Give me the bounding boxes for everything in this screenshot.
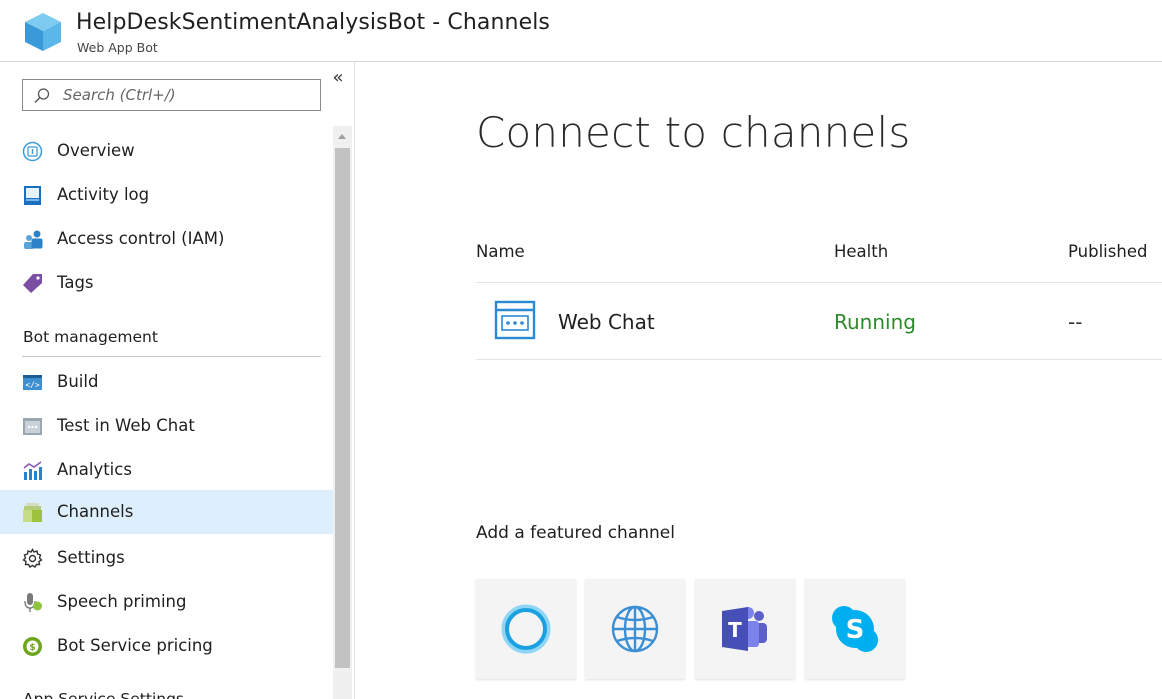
channel-published: -- bbox=[1068, 310, 1083, 334]
sidebar-item-label: Build bbox=[57, 372, 99, 391]
pricing-icon: $ bbox=[22, 636, 43, 657]
featured-channel-teams[interactable]: T bbox=[695, 579, 795, 679]
tag-icon bbox=[22, 273, 43, 294]
skype-icon: S bbox=[832, 606, 878, 652]
sidebar-item-build[interactable]: </> Build bbox=[0, 360, 333, 404]
cortana-icon bbox=[501, 604, 551, 654]
column-header-published: Published bbox=[1068, 242, 1148, 261]
globe-icon bbox=[611, 605, 659, 653]
search-input[interactable] bbox=[63, 84, 313, 106]
channels-content: Connect to channels Name Health Publishe… bbox=[356, 62, 1162, 699]
sidebar-item-speech-priming[interactable]: Speech priming bbox=[0, 580, 333, 624]
sidebar-item-label: Access control (IAM) bbox=[57, 229, 225, 248]
gear-icon bbox=[22, 548, 43, 569]
search-icon bbox=[34, 88, 50, 103]
sidebar-item-label: Test in Web Chat bbox=[57, 416, 195, 435]
sidebar-item-analytics[interactable]: Analytics bbox=[0, 448, 333, 492]
sidebar-item-label: Settings bbox=[57, 548, 125, 567]
column-header-name: Name bbox=[476, 242, 525, 261]
svg-text:</>: </> bbox=[25, 381, 40, 390]
speech-priming-icon bbox=[22, 592, 43, 613]
sidebar-item-label: Activity log bbox=[57, 185, 150, 204]
svg-text:S: S bbox=[846, 615, 865, 645]
svg-text:$: $ bbox=[29, 643, 35, 653]
sidebar-item-tags[interactable]: Tags bbox=[0, 261, 333, 305]
access-control-icon bbox=[22, 229, 43, 250]
test-web-chat-icon bbox=[22, 416, 43, 437]
sidebar-item-label: Bot Service pricing bbox=[57, 636, 213, 655]
sidebar-item-label: Channels bbox=[57, 502, 134, 521]
channels-icon bbox=[22, 502, 43, 523]
overview-icon bbox=[22, 141, 43, 162]
menu-search-box[interactable] bbox=[22, 79, 321, 111]
content-heading: Connect to channels bbox=[476, 108, 911, 157]
featured-channel-skype[interactable]: S bbox=[805, 579, 905, 679]
build-icon: </> bbox=[22, 372, 43, 393]
sidebar-item-settings[interactable]: Settings bbox=[0, 536, 333, 580]
svg-text:T: T bbox=[728, 618, 742, 642]
sidebar-item-label: Speech priming bbox=[57, 592, 187, 611]
cube-icon bbox=[25, 13, 61, 51]
featured-channel-cortana[interactable] bbox=[476, 579, 576, 679]
scrollbar-thumb[interactable] bbox=[335, 148, 350, 668]
sidebar-item-access-control[interactable]: Access control (IAM) bbox=[0, 217, 333, 261]
analytics-icon bbox=[22, 460, 43, 481]
column-header-health: Health bbox=[834, 242, 889, 261]
featured-channels-heading: Add a featured channel bbox=[476, 523, 675, 543]
channel-health-status: Running bbox=[834, 310, 916, 334]
sidebar-item-activity-log[interactable]: Activity log bbox=[0, 173, 333, 217]
featured-channel-web[interactable] bbox=[585, 579, 685, 679]
sidebar-item-overview[interactable]: Overview bbox=[0, 129, 333, 173]
page-title: HelpDeskSentimentAnalysisBot - Channels bbox=[76, 10, 550, 35]
section-divider bbox=[22, 356, 321, 357]
menu-scrollbar[interactable] bbox=[333, 126, 352, 699]
sidebar-item-bot-service-pricing[interactable]: $ Bot Service pricing bbox=[0, 624, 333, 668]
channel-name[interactable]: Web Chat bbox=[558, 310, 655, 334]
page-subtitle: Web App Bot bbox=[77, 40, 158, 55]
sidebar-item-test-web-chat[interactable]: Test in Web Chat bbox=[0, 404, 333, 448]
section-heading-bot-management: Bot management bbox=[23, 328, 158, 346]
resource-menu: « Overview Activity log Access control (… bbox=[0, 62, 355, 699]
collapse-menu-button[interactable]: « bbox=[330, 68, 346, 88]
sidebar-item-channels[interactable]: Channels bbox=[0, 490, 333, 534]
sidebar-item-label: Analytics bbox=[57, 460, 132, 479]
blade-header: HelpDeskSentimentAnalysisBot - Channels … bbox=[0, 0, 1162, 62]
web-chat-icon bbox=[494, 300, 536, 340]
teams-icon: T bbox=[722, 607, 767, 651]
scroll-up-arrow-icon[interactable] bbox=[333, 126, 352, 146]
sidebar-item-label: Tags bbox=[57, 273, 94, 292]
sidebar-item-label: Overview bbox=[57, 141, 135, 160]
activity-log-icon bbox=[22, 185, 43, 206]
section-heading-app-service-settings: App Service Settings bbox=[23, 690, 184, 699]
table-row[interactable]: Web Chat Running -- bbox=[476, 283, 1162, 360]
